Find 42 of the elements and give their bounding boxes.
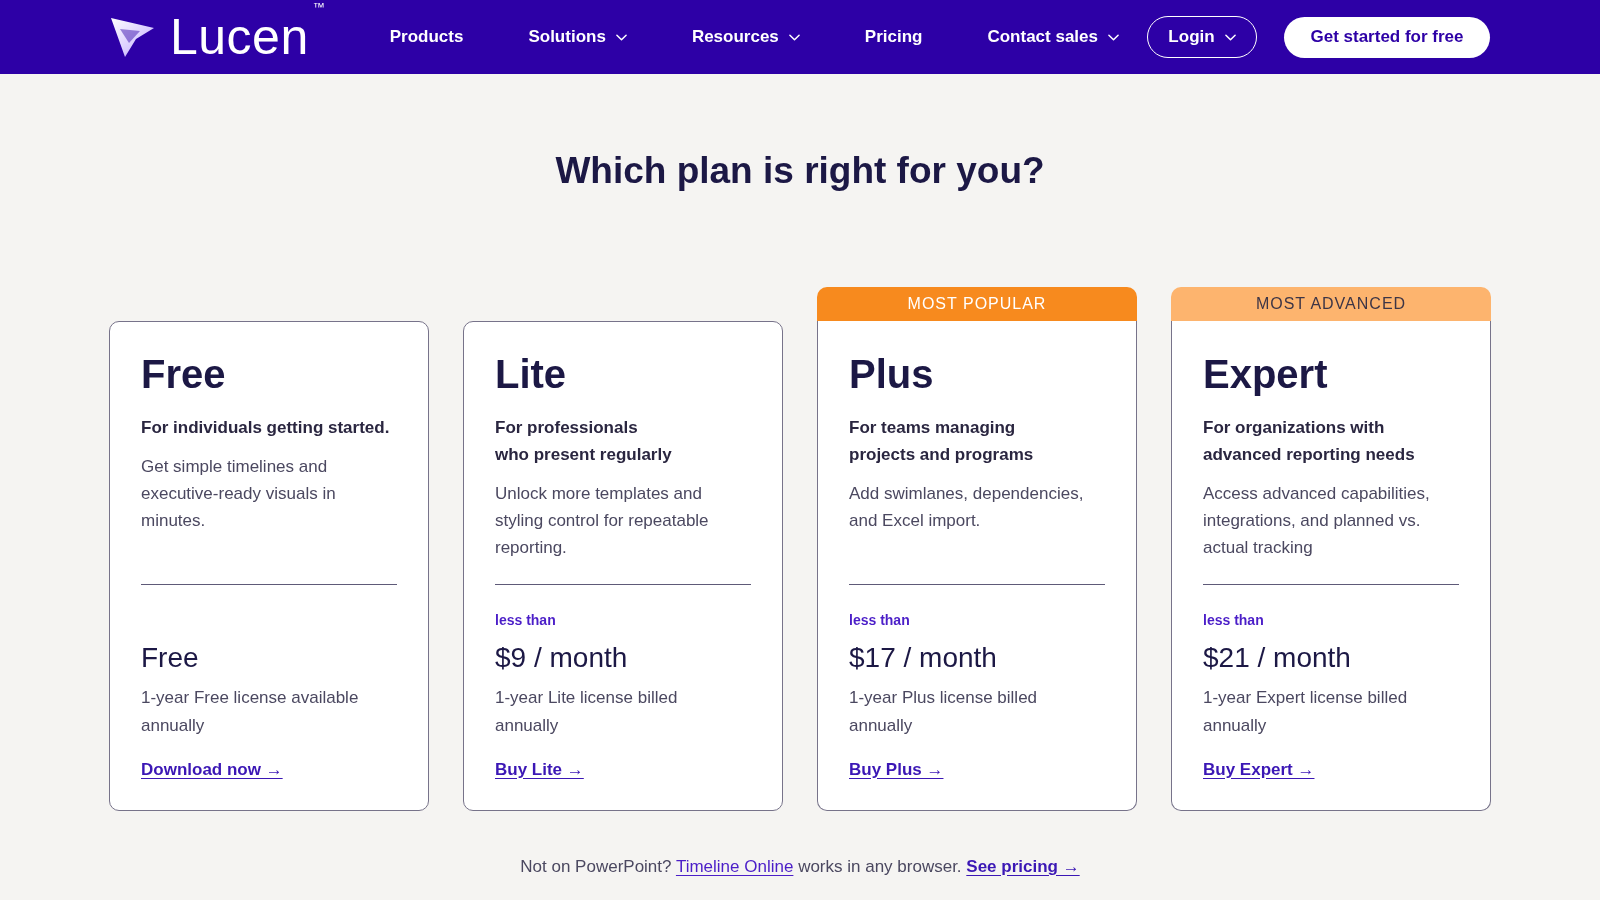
plan-price: Free bbox=[141, 642, 199, 674]
plan-title: Lite bbox=[495, 352, 567, 396]
page-heading: Which plan is right for you? bbox=[555, 149, 1045, 193]
trademark-sign: ™ bbox=[312, 0, 325, 16]
triangle-logo-icon bbox=[110, 16, 155, 58]
price-prefix: less than bbox=[849, 611, 910, 629]
plan-audience: For teams managing projects and programs bbox=[849, 417, 1034, 466]
plan-description: Unlock more templates and styling control for repeatable reporting. bbox=[495, 483, 709, 559]
brand-name: Lucen bbox=[170, 12, 309, 62]
plan-link[interactable]: Download now → bbox=[141, 758, 283, 782]
timeline-online-link[interactable]: Timeline Online bbox=[675, 857, 794, 876]
price-prefix: less than bbox=[1203, 611, 1264, 629]
license-terms: 1-year Expert license billed annually bbox=[1203, 687, 1408, 737]
plan-title: Free bbox=[141, 352, 226, 396]
see-pricing-link[interactable]: See pricing → bbox=[966, 857, 1080, 876]
plan-title: Plus bbox=[849, 352, 934, 396]
plan-link[interactable]: Buy Plus → bbox=[849, 758, 944, 782]
nav-link[interactable]: Pricing bbox=[864, 24, 923, 50]
plan-price: $9 / month bbox=[495, 642, 628, 674]
plan-audience: For professionals who present regularly bbox=[495, 417, 672, 466]
plan-link[interactable]: Buy Expert → bbox=[1203, 758, 1315, 782]
plan-title: Expert bbox=[1203, 352, 1328, 396]
plan-badge: MOST POPULAR bbox=[817, 287, 1137, 321]
nav-link[interactable]: Resources bbox=[691, 24, 800, 50]
plan-badge: MOST ADVANCED bbox=[1171, 287, 1491, 321]
license-terms: 1-year Lite license billed annually bbox=[495, 687, 678, 737]
plan-description: Add swimlanes, dependencies, and Excel import. bbox=[849, 483, 1084, 532]
plan-description: Access advanced capabilities, integrations, and planned vs. actual tracking bbox=[1203, 483, 1430, 559]
license-terms: 1-year Plus license billed annually bbox=[849, 687, 1038, 737]
footer-note: Not on PowerPoint? Timeline Online works in any browser. See pricing → bbox=[520, 856, 1080, 878]
plan-audience: For individuals getting started. bbox=[141, 417, 390, 439]
license-terms: 1-year Free license available annually bbox=[141, 687, 359, 737]
plan-link[interactable]: Buy Lite → bbox=[495, 758, 584, 782]
plan-price: $17 / month bbox=[849, 642, 997, 674]
plan-audience: For organizations with advanced reporting needs bbox=[1203, 417, 1415, 466]
price-prefix: less than bbox=[495, 611, 556, 629]
nav-link[interactable]: Contact sales bbox=[987, 24, 1119, 50]
plan-description: Get simple timelines and executive-ready visuals in minutes. bbox=[141, 456, 336, 532]
nav-link[interactable]: Products bbox=[389, 24, 464, 50]
plan-price: $21 / month bbox=[1203, 642, 1351, 674]
get-started-button[interactable]: Get started for free bbox=[1284, 16, 1490, 58]
nav-link[interactable]: Solutions bbox=[528, 24, 627, 50]
